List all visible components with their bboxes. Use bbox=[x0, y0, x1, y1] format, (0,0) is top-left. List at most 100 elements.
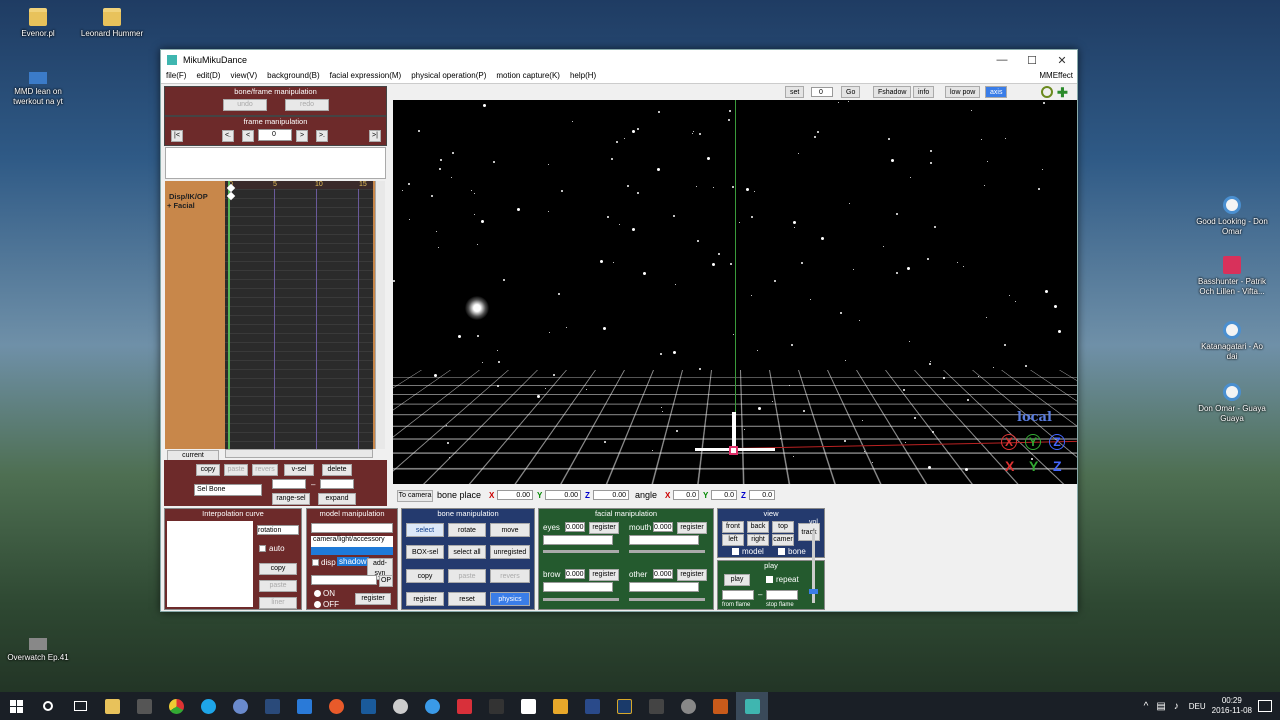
eyes-register-button[interactable]: register bbox=[589, 522, 619, 534]
undo-button[interactable]: undo bbox=[223, 99, 267, 111]
view-camera-button[interactable]: camer bbox=[772, 534, 794, 546]
mouth-value[interactable]: 0.000 bbox=[653, 522, 673, 532]
local-label[interactable]: local bbox=[1017, 410, 1052, 425]
maximize-button[interactable]: ☐ bbox=[1017, 54, 1047, 67]
menu-mmeffect[interactable]: MMEffect bbox=[1039, 71, 1073, 80]
bone-reset-button[interactable]: reset bbox=[448, 592, 486, 606]
menu-facial[interactable]: facial expression(M) bbox=[325, 70, 407, 80]
taskbar-app-10[interactable] bbox=[416, 692, 448, 720]
last-frame-button[interactable]: >| bbox=[369, 130, 381, 142]
taskbar-app-7[interactable] bbox=[320, 692, 352, 720]
desktop-icon-mmd[interactable]: MMD lean on twerkout na yt bbox=[2, 72, 74, 107]
prev-key-button[interactable]: <. bbox=[222, 130, 234, 142]
play-button[interactable]: play bbox=[724, 574, 750, 586]
track-label-facial[interactable]: + Facial bbox=[167, 201, 195, 210]
taskbar-app-14[interactable] bbox=[544, 692, 576, 720]
menu-motion[interactable]: motion capture(K) bbox=[491, 70, 565, 80]
menu-file[interactable]: file(F) bbox=[161, 70, 191, 80]
stop-frame-input[interactable] bbox=[766, 590, 798, 600]
bone-revers-button[interactable]: revers bbox=[490, 569, 530, 583]
taskbar-app-16[interactable] bbox=[608, 692, 640, 720]
search-button[interactable] bbox=[32, 692, 64, 720]
desktop-icon-basshunter[interactable]: Basshunter - Patrik Och Lillen - Vifta..… bbox=[1196, 256, 1268, 297]
other-select[interactable] bbox=[629, 582, 699, 592]
desktop-icon-katanagatari[interactable]: Katanagatari - Ao dai bbox=[1196, 321, 1268, 362]
taskbar-app-2[interactable] bbox=[128, 692, 160, 720]
disp-checkbox[interactable] bbox=[312, 559, 319, 566]
taskbar-app-4[interactable] bbox=[224, 692, 256, 720]
title-bar[interactable]: MikuMikuDance — ☐ ✕ bbox=[161, 50, 1077, 70]
mouth-slider[interactable] bbox=[629, 550, 705, 553]
repeat-checkbox[interactable] bbox=[766, 576, 773, 583]
set-frame-input[interactable]: 0 bbox=[811, 87, 833, 97]
zoom-icon[interactable] bbox=[1041, 86, 1053, 98]
bone-select-button[interactable]: select bbox=[406, 523, 444, 537]
bone-move-button[interactable]: move bbox=[490, 523, 530, 537]
view-top-button[interactable]: top bbox=[772, 521, 794, 533]
3d-viewport[interactable]: local X Y Z X Y Z bbox=[393, 100, 1077, 484]
interp-select[interactable]: rotation bbox=[257, 525, 299, 535]
language-indicator[interactable]: DEU bbox=[1189, 702, 1206, 711]
from-frame-input[interactable] bbox=[722, 590, 754, 600]
brow-slider[interactable] bbox=[543, 598, 619, 601]
expand-button[interactable]: expand bbox=[318, 493, 356, 505]
angle-x-input[interactable]: 0.0 bbox=[673, 490, 699, 500]
model-select[interactable] bbox=[311, 523, 393, 533]
vsel-button[interactable]: v-sel bbox=[284, 464, 314, 476]
pos-x-input[interactable]: 0.00 bbox=[497, 490, 533, 500]
move-x-icon[interactable]: X bbox=[1005, 458, 1014, 474]
other-value[interactable]: 0.000 bbox=[653, 569, 673, 579]
taskbar-app-17[interactable] bbox=[640, 692, 672, 720]
desktop-icon-good-looking[interactable]: Good Looking - Don Omar bbox=[1196, 196, 1268, 237]
taskbar-app-19[interactable] bbox=[704, 692, 736, 720]
set-button[interactable]: set bbox=[785, 86, 804, 98]
rotate-y-icon[interactable]: Y bbox=[1025, 434, 1041, 450]
timeline[interactable]: 0 5 10 15 Disp/IK/OP + Facial bbox=[165, 181, 385, 449]
close-button[interactable]: ✕ bbox=[1047, 54, 1077, 67]
physics-button[interactable]: physics bbox=[490, 592, 530, 606]
unregistered-button[interactable]: unregisted bbox=[490, 545, 530, 559]
range-start-input[interactable] bbox=[272, 479, 306, 489]
revers-frame-button[interactable]: revers bbox=[252, 464, 278, 476]
interp-liner-button[interactable]: liner bbox=[259, 597, 297, 609]
box-sel-button[interactable]: BOX-sel bbox=[406, 545, 444, 559]
view-back-button[interactable]: back bbox=[747, 521, 769, 533]
volume-knob[interactable] bbox=[809, 589, 818, 594]
taskbar-app-11[interactable] bbox=[448, 692, 480, 720]
pos-z-input[interactable]: 0.00 bbox=[593, 490, 629, 500]
info-button[interactable]: info bbox=[913, 86, 934, 98]
menu-help[interactable]: help(H) bbox=[565, 70, 601, 80]
track-label-disp[interactable]: Disp/IK/OP bbox=[169, 192, 208, 201]
pos-y-input[interactable]: 0.00 bbox=[545, 490, 581, 500]
timeline-hscroll[interactable] bbox=[225, 449, 373, 458]
bone-checkbox[interactable] bbox=[778, 548, 785, 555]
taskbar-steam[interactable] bbox=[256, 692, 288, 720]
start-button[interactable] bbox=[0, 692, 32, 720]
bone-copy-button[interactable]: copy bbox=[406, 569, 444, 583]
bone-register-button[interactable]: register bbox=[406, 592, 444, 606]
copy-frame-button[interactable]: copy bbox=[196, 464, 220, 476]
taskbar-app-6[interactable] bbox=[288, 692, 320, 720]
taskbar-skype[interactable] bbox=[192, 692, 224, 720]
menu-edit[interactable]: edit(D) bbox=[191, 70, 225, 80]
delete-frame-button[interactable]: delete bbox=[322, 464, 352, 476]
off-radio[interactable] bbox=[314, 601, 321, 608]
eyes-select[interactable] bbox=[543, 535, 613, 545]
lowpow-button[interactable]: low pow bbox=[945, 86, 980, 98]
paste-frame-button[interactable]: paste bbox=[224, 464, 248, 476]
timeline-grid[interactable] bbox=[225, 181, 373, 449]
other-slider[interactable] bbox=[629, 598, 705, 601]
brow-register-button[interactable]: register bbox=[589, 569, 619, 581]
mouth-select[interactable] bbox=[629, 535, 699, 545]
model-selected-item[interactable]: camera/light/accessory bbox=[311, 536, 393, 547]
menu-background[interactable]: background(B) bbox=[262, 70, 324, 80]
minimize-button[interactable]: — bbox=[987, 54, 1017, 66]
curve-canvas[interactable] bbox=[167, 521, 253, 607]
tray-chevron-icon[interactable]: ^ bbox=[1144, 701, 1149, 712]
op-select[interactable] bbox=[311, 575, 377, 585]
desktop-icon-guaya[interactable]: Don Omar - Guaya Guaya bbox=[1196, 383, 1268, 424]
desktop-icon-leonard[interactable]: Leonard Hummer bbox=[76, 8, 148, 39]
next-frame-button[interactable]: > bbox=[296, 130, 308, 142]
move-z-icon[interactable]: Z bbox=[1053, 458, 1062, 474]
volume-icon[interactable]: ♪ bbox=[1174, 701, 1179, 712]
